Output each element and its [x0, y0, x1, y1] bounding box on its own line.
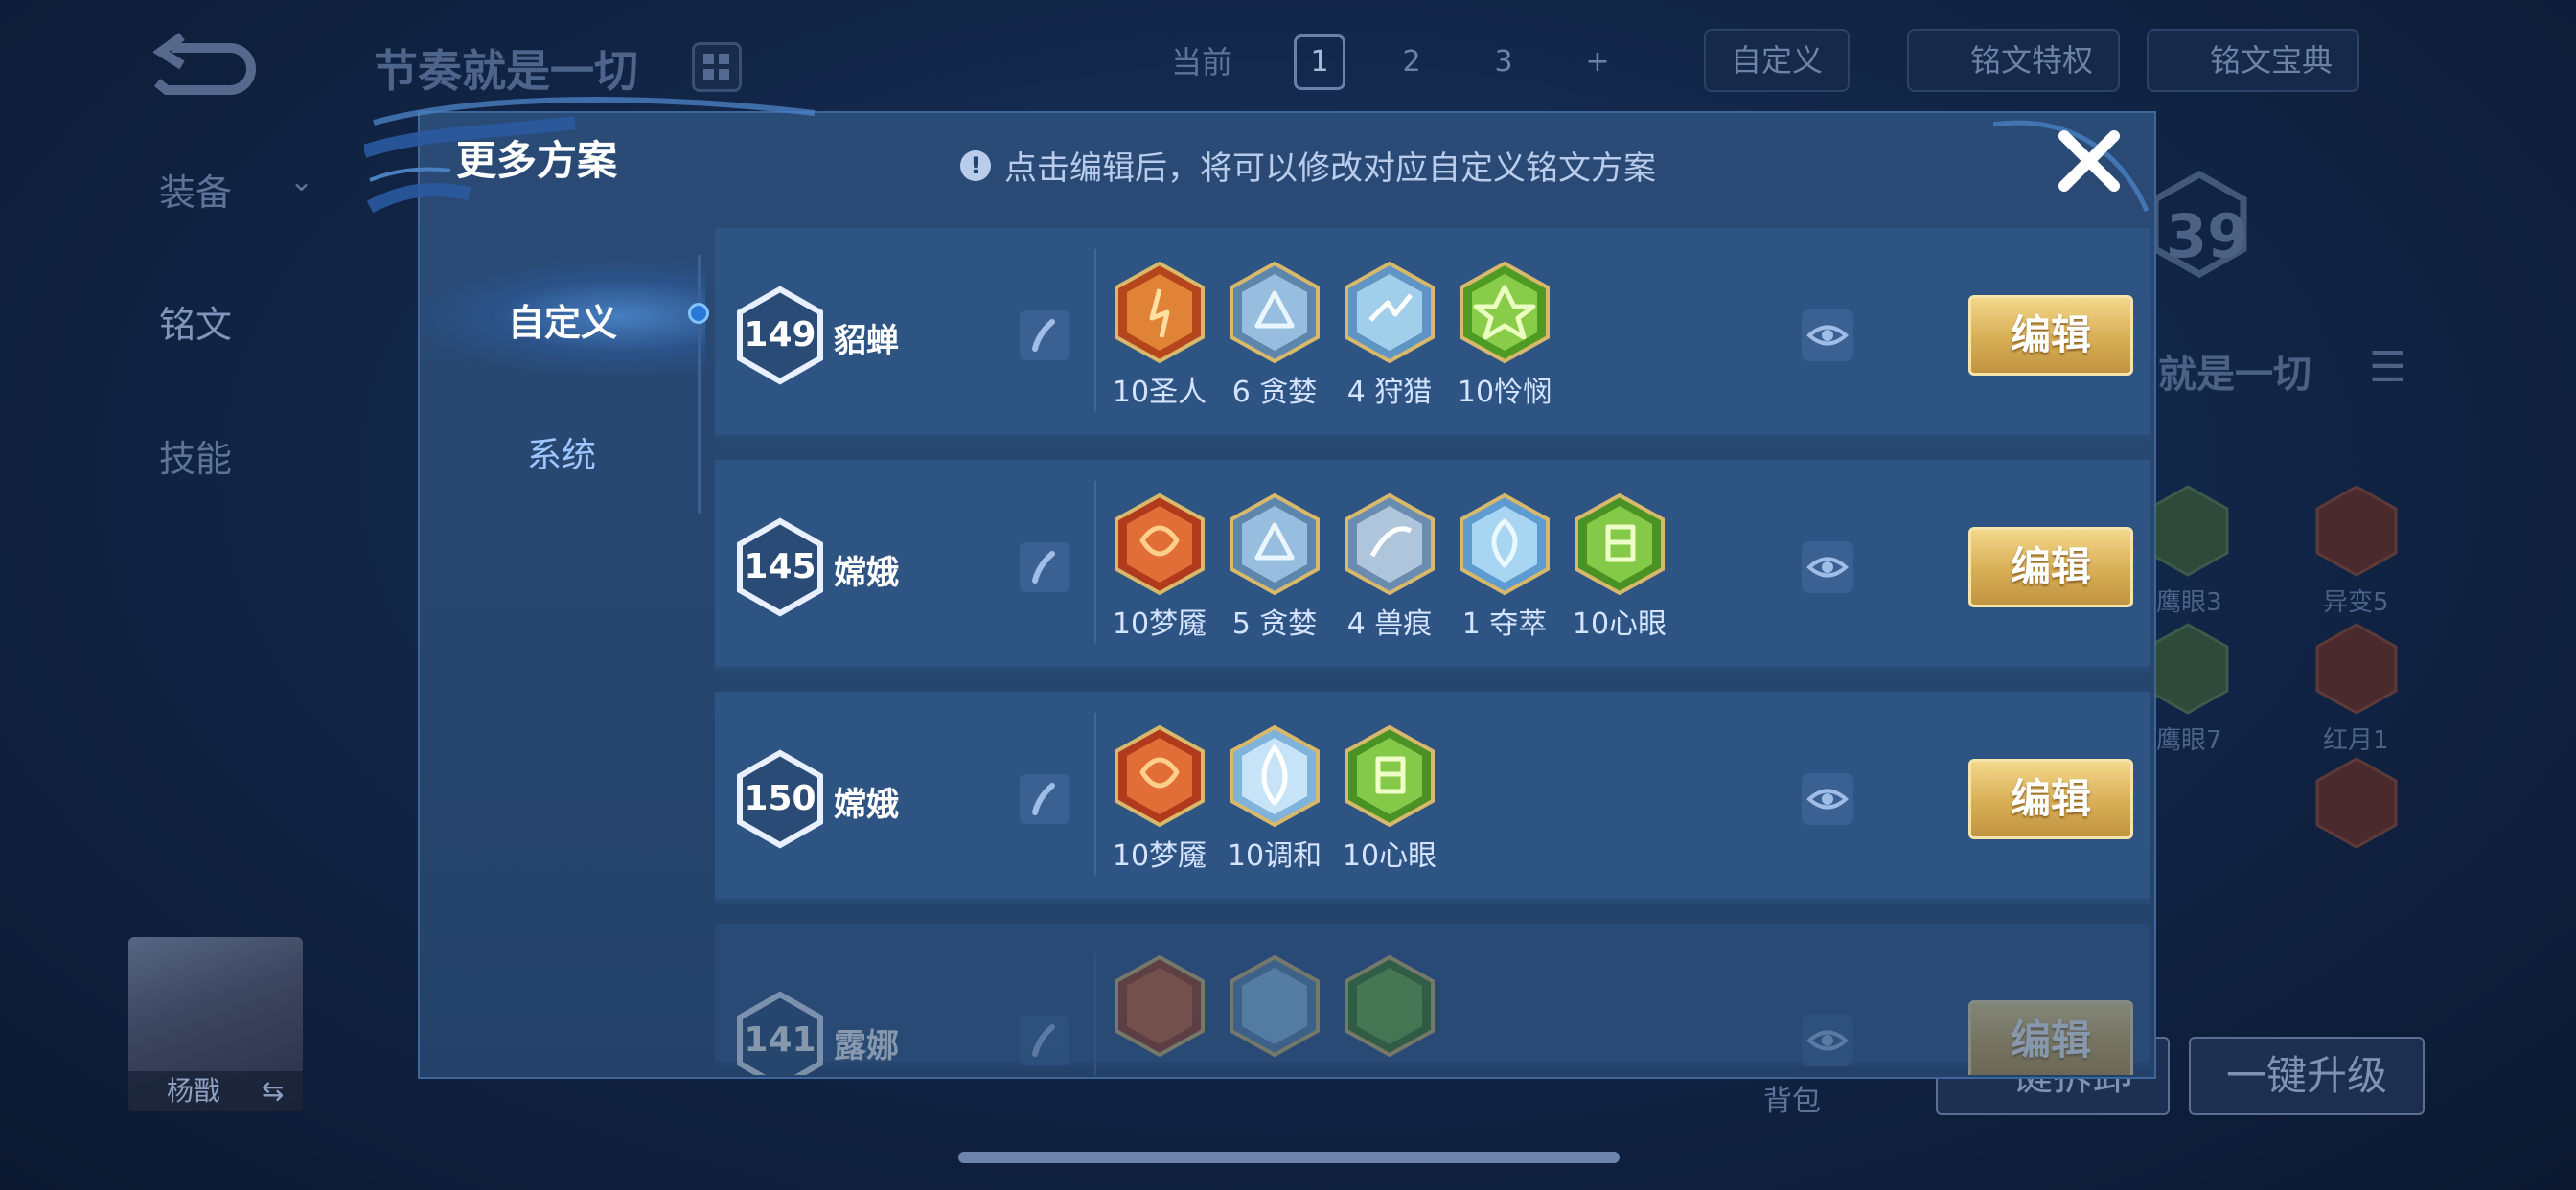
rune-icon[interactable] — [1344, 724, 1436, 828]
rune-count-label: 10怜悯 — [1457, 376, 1552, 409]
rune-count-label: 10梦魇 — [1112, 839, 1208, 873]
rune-icon[interactable] — [1229, 261, 1321, 364]
rename-pen-icon[interactable] — [1020, 542, 1070, 592]
rune-count-label: 10圣人 — [1112, 376, 1208, 409]
edit-button[interactable]: 编辑 — [1968, 527, 2133, 607]
rune-icon[interactable] — [1114, 261, 1206, 364]
row-divider — [1094, 954, 1096, 1075]
rune-icon[interactable] — [1344, 261, 1436, 364]
hero-name: 露娜 — [834, 1027, 899, 1065]
rune-icon[interactable] — [1459, 261, 1551, 364]
rune-icon[interactable] — [1574, 492, 1666, 596]
rune-count-label: 4 兽痕 — [1346, 607, 1433, 641]
avatar-name: 杨戬 ⇆ — [128, 1071, 303, 1111]
rename-pen-icon[interactable] — [1020, 1016, 1070, 1065]
rune-icon[interactable] — [1344, 954, 1436, 1058]
preview-eye-icon[interactable] — [1802, 309, 1853, 361]
level-badge: 145 — [736, 517, 824, 617]
plan-row: 145 嫦娥 10梦魇 5 贪婪 4 兽痕 1 夺萃 10心眼 编辑 — [715, 460, 2150, 673]
home-indicator[interactable] — [958, 1152, 1620, 1163]
rune-count-label: 6 贪婪 — [1231, 376, 1318, 409]
rune-icon[interactable] — [1459, 492, 1551, 596]
rune-icon[interactable] — [1344, 492, 1436, 596]
preview-eye-icon[interactable] — [1802, 1015, 1853, 1066]
edit-button[interactable]: 编辑 — [1968, 295, 2133, 376]
rune-count-label: 10心眼 — [1572, 607, 1668, 641]
preview-eye-icon[interactable] — [1802, 541, 1853, 593]
bag-label[interactable]: 背包 — [1763, 1077, 1821, 1119]
level-number: 149 — [744, 315, 816, 355]
hero-name: 貂蝉 — [834, 322, 899, 360]
rename-pen-icon[interactable] — [1020, 774, 1070, 824]
rune-icon[interactable] — [1229, 724, 1321, 828]
rune-count-label: 5 贪婪 — [1231, 607, 1318, 641]
rename-pen-icon[interactable] — [1020, 310, 1070, 360]
rune-icon[interactable] — [1229, 954, 1321, 1058]
preview-eye-icon[interactable] — [1802, 773, 1853, 825]
rune-icon[interactable] — [1114, 954, 1206, 1058]
rune-count-label: 10调和 — [1227, 839, 1322, 873]
rune-icon[interactable] — [1114, 724, 1206, 828]
rune-icon[interactable] — [1229, 492, 1321, 596]
level-number: 141 — [744, 1020, 816, 1060]
level-badge: 150 — [736, 749, 824, 849]
level-number: 150 — [744, 779, 816, 818]
hero-name: 嫦娥 — [834, 554, 899, 592]
plan-row: 149 貂蝉 10圣人 6 贪婪 4 狩猎 10怜悯 编辑 — [715, 228, 2150, 441]
rune-count-label: 10梦魇 — [1112, 607, 1208, 641]
edit-button[interactable]: 编辑 — [1968, 759, 2133, 839]
level-badge: 149 — [736, 286, 824, 385]
plan-row: 150 嫦娥 10梦魇 10调和 10心眼 编辑 — [715, 692, 2150, 904]
rune-count-label: 1 夺萃 — [1461, 607, 1548, 641]
level-number: 145 — [744, 547, 816, 586]
rune-icon[interactable] — [1114, 492, 1206, 596]
plan-row: 141 露娜 编辑 — [715, 924, 2150, 1075]
swap-icon: ⇆ — [261, 1075, 285, 1107]
edit-button[interactable]: 编辑 — [1968, 1000, 2133, 1075]
rune-count-label: 4 狩猎 — [1346, 376, 1433, 409]
rune-count-label: 10心眼 — [1342, 839, 1438, 873]
hero-name: 嫦娥 — [834, 786, 899, 824]
level-badge: 141 — [736, 991, 824, 1075]
